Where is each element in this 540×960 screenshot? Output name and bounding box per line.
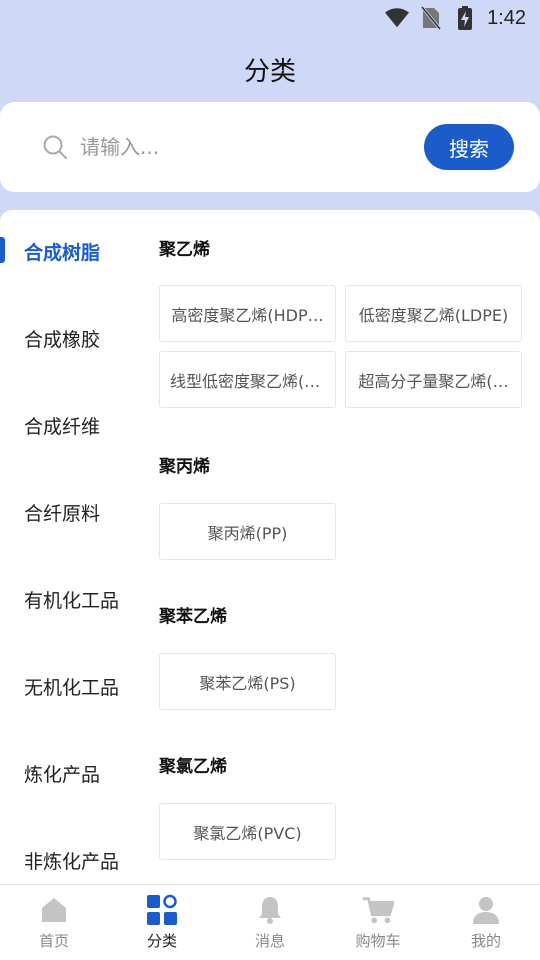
page-title: 分类 — [243, 56, 296, 87]
category-sidebar: 合成树脂 合成橡胶 合成纤维 合纤原料 有机化工品 无机化工品 炼化产品 非炼化… — [0, 210, 148, 884]
subcategory-group-pvc: 聚氯乙烯 聚氯乙烯(PVC) — [159, 757, 522, 860]
tab-profile[interactable]: 我的 — [432, 885, 540, 960]
tab-category[interactable]: 分类 — [108, 885, 216, 960]
sidebar-item-label: 合成纤维 — [24, 416, 101, 438]
subcategory-group-pp: 聚丙烯 聚丙烯(PP) — [159, 457, 522, 560]
tab-label: 消息 — [254, 932, 285, 950]
tab-home[interactable]: 首页 — [0, 885, 108, 960]
no-sim-icon — [419, 6, 443, 30]
group-title: 聚丙烯 — [159, 457, 210, 477]
status-time: 1:42 — [487, 6, 526, 29]
active-indicator — [0, 237, 5, 263]
tab-label: 购物车 — [355, 932, 401, 950]
group-title: 聚苯乙烯 — [159, 607, 227, 627]
product-chip[interactable]: 线型低密度聚乙烯(L… — [159, 351, 336, 408]
subcategory-content: 聚乙烯 高密度聚乙烯(HDP… 低密度聚乙烯(LDPE) 线型低密度聚乙烯(L…… — [148, 210, 540, 884]
group-title: 聚乙烯 — [159, 240, 210, 260]
sidebar-item-organic-chemicals[interactable]: 有机化工品 — [0, 556, 148, 643]
sidebar-item-synthetic-resin[interactable]: 合成树脂 — [0, 210, 148, 295]
bottom-tab-bar: 首页 分类 消息 购物车 我的 — [0, 884, 540, 960]
wifi-icon — [385, 6, 410, 30]
status-bar: 1:42 — [0, 0, 540, 36]
tab-label: 首页 — [38, 932, 69, 950]
search-bar: 搜索 — [0, 102, 540, 192]
search-button[interactable]: 搜索 — [424, 124, 514, 170]
sidebar-item-synthetic-fiber[interactable]: 合成纤维 — [0, 382, 148, 469]
sidebar-item-fiber-raw-material[interactable]: 合纤原料 — [0, 469, 148, 556]
user-icon — [470, 894, 502, 926]
category-panel: 合成树脂 合成橡胶 合成纤维 合纤原料 有机化工品 无机化工品 炼化产品 非炼化… — [0, 210, 540, 884]
product-chip[interactable]: 聚氯乙烯(PVC) — [159, 803, 336, 860]
subcategory-group-ps: 聚苯乙烯 聚苯乙烯(PS) — [159, 607, 522, 710]
product-chip[interactable]: 聚苯乙烯(PS) — [159, 653, 336, 710]
product-chip[interactable]: 低密度聚乙烯(LDPE) — [345, 285, 522, 342]
sidebar-item-label: 合成橡胶 — [24, 329, 101, 351]
tab-messages[interactable]: 消息 — [216, 885, 324, 960]
sidebar-item-inorganic-chemicals[interactable]: 无机化工品 — [0, 643, 148, 730]
sidebar-item-synthetic-rubber[interactable]: 合成橡胶 — [0, 295, 148, 382]
sidebar-item-label: 合成树脂 — [24, 242, 101, 264]
product-chip[interactable]: 聚丙烯(PP) — [159, 503, 336, 560]
cart-icon — [362, 894, 394, 926]
sidebar-item-label: 炼化产品 — [24, 764, 101, 786]
sidebar-item-label: 非炼化产品 — [24, 851, 120, 873]
page-header: 分类 — [0, 36, 540, 102]
sidebar-item-label: 无机化工品 — [24, 677, 120, 699]
tab-cart[interactable]: 购物车 — [324, 885, 432, 960]
sidebar-item-label: 有机化工品 — [24, 590, 120, 612]
subcategory-group-pe: 聚乙烯 高密度聚乙烯(HDP… 低密度聚乙烯(LDPE) 线型低密度聚乙烯(L…… — [159, 240, 522, 408]
sidebar-item-label: 合纤原料 — [24, 503, 101, 525]
product-chip[interactable]: 超高分子量聚乙烯(… — [345, 351, 522, 408]
search-input[interactable] — [80, 135, 424, 159]
sidebar-item-non-refined-products[interactable]: 非炼化产品 — [0, 817, 148, 884]
bell-icon — [254, 894, 286, 926]
product-chip[interactable]: 高密度聚乙烯(HDP… — [159, 285, 336, 342]
tab-label: 我的 — [470, 932, 501, 950]
search-icon — [42, 134, 68, 160]
home-icon — [38, 894, 70, 926]
sidebar-item-refined-products[interactable]: 炼化产品 — [0, 730, 148, 817]
tab-label: 分类 — [146, 932, 177, 950]
group-title: 聚氯乙烯 — [159, 757, 227, 777]
category-icon — [146, 894, 178, 926]
battery-charging-icon — [453, 6, 477, 30]
